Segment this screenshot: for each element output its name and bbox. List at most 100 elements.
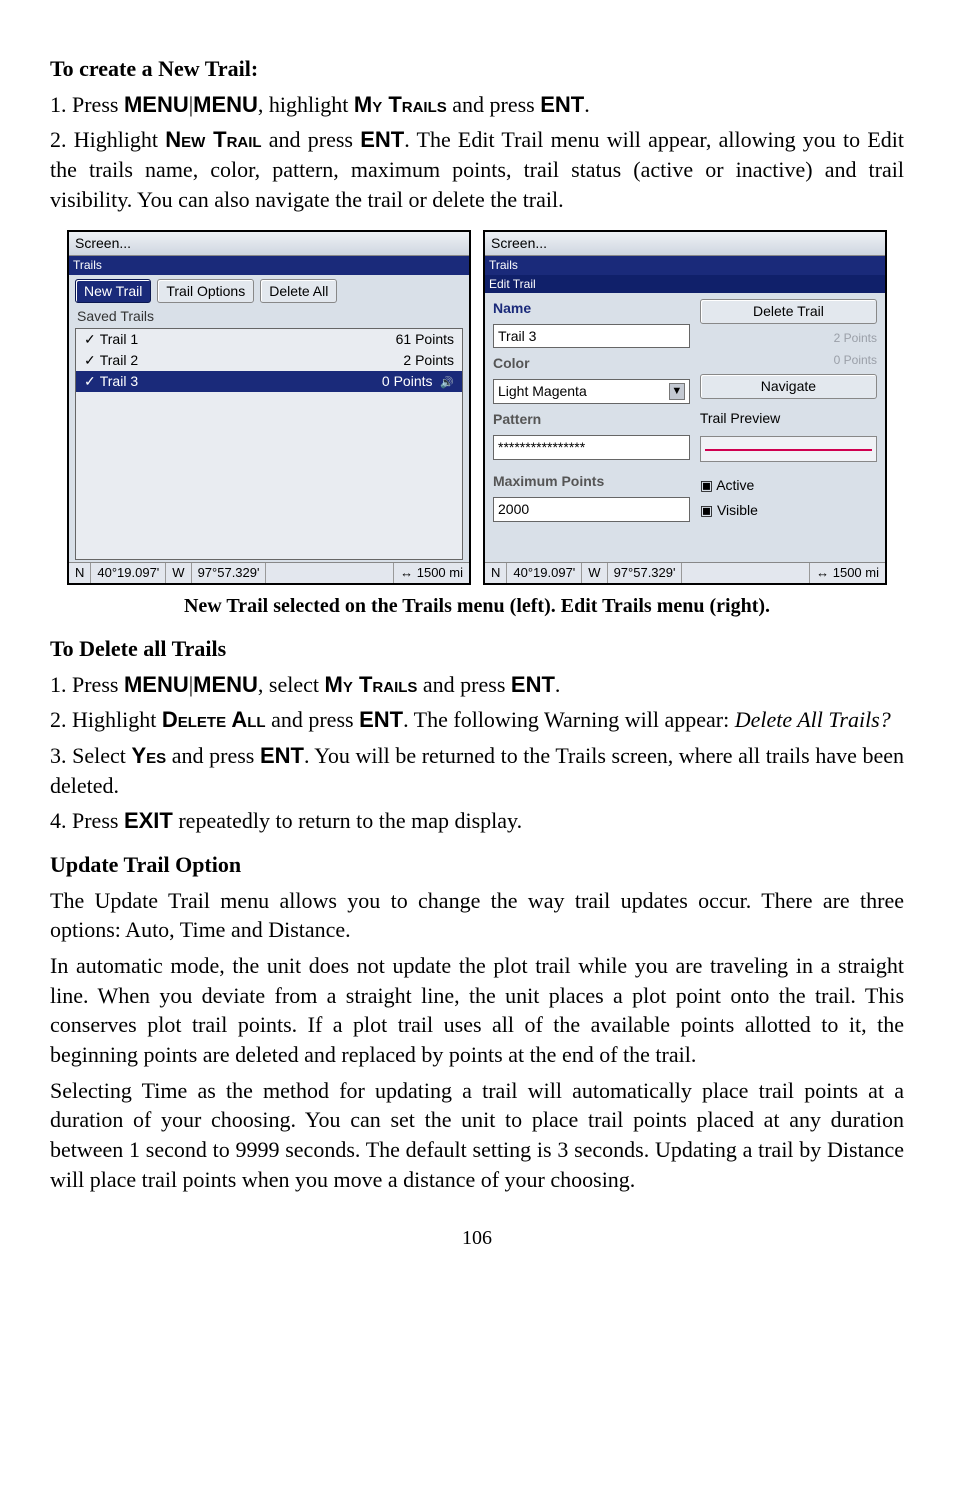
lat-n: N (485, 563, 507, 583)
active-checkbox[interactable]: ▣ Active (700, 476, 877, 495)
pattern-label: Pattern (493, 410, 690, 429)
titlebar: Screen... (69, 232, 469, 256)
list-item-selected[interactable]: Trail 3 0 Points 🔊 (76, 371, 462, 392)
trails-window: Screen... Trails New Trail Trail Options… (67, 230, 471, 584)
kw: ENT (260, 743, 304, 768)
lon-val: 97°57.329' (192, 563, 267, 583)
status-bar: N 40°19.097' W 97°57.329' ↔ 1500 mi (69, 562, 469, 583)
max-points-label: Maximum Points (493, 472, 690, 491)
titlebar: Screen... (485, 232, 885, 256)
t: 0 Points (382, 373, 433, 389)
t: and press (262, 127, 361, 152)
socket-icon: 🔊 (440, 377, 454, 389)
name-field[interactable]: Trail 3 (493, 324, 690, 349)
trail-preview-label: Trail Preview (700, 409, 877, 428)
t: and press (166, 743, 260, 768)
t: repeatedly to return to the map display. (173, 808, 522, 833)
screenshot-row: Screen... Trails New Trail Trail Options… (50, 230, 904, 584)
trail-points: 0 Points 🔊 (382, 372, 454, 391)
heading-update-trail: Update Trail Option (50, 850, 904, 880)
scale: ↔ 1500 mi (394, 563, 469, 583)
list-item[interactable]: Trail 1 61 Points (76, 329, 462, 350)
kw-ent: ENT (540, 92, 584, 117)
del-step-2: 2. Highlight Delete All and press ENT. T… (50, 705, 904, 735)
trail-name: Trail 1 (84, 330, 138, 349)
color-select[interactable]: Light Magenta ▼ (493, 379, 690, 404)
t: and press (266, 707, 359, 732)
t: 1. Press (50, 672, 124, 697)
name-label: Name (493, 299, 690, 318)
trail-options-button[interactable]: Trail Options (157, 279, 254, 304)
t: Active (716, 477, 754, 493)
t: 2. Highlight (50, 707, 162, 732)
saved-trails-label: Saved Trails (69, 305, 469, 326)
t: Visible (717, 502, 758, 518)
heading-create-trail: To create a New Trail: (50, 54, 904, 84)
kw: Delete All (162, 707, 266, 732)
page-number: 106 (50, 1225, 904, 1252)
chevron-down-icon[interactable]: ▼ (669, 383, 685, 400)
kw-newtrail: New Trail (165, 127, 261, 152)
pattern-field[interactable]: **************** (493, 435, 690, 460)
kw: MENU (193, 672, 258, 697)
lat-n: N (69, 563, 91, 583)
kw: Yes (131, 743, 166, 768)
kw: My Trails (325, 672, 418, 697)
subtitle-trails: Trails (485, 256, 885, 274)
t: . (555, 672, 561, 697)
kw-menu: MENU (124, 92, 189, 117)
subtitle-trails: Trails (69, 256, 469, 274)
t: and press (447, 92, 540, 117)
lat-val: 40°19.097' (91, 563, 166, 583)
update-p2: In automatic mode, the unit does not upd… (50, 951, 904, 1070)
ghost-points: 2 Points (700, 330, 877, 346)
lat-val: 40°19.097' (507, 563, 582, 583)
subtitle-edit-trail: Edit Trail (485, 275, 885, 293)
update-p1: The Update Trail menu allows you to chan… (50, 886, 904, 945)
delete-trail-button[interactable]: Delete Trail (700, 299, 877, 324)
lon-val: 97°57.329' (608, 563, 683, 583)
update-p3: Selecting Time as the method for updatin… (50, 1076, 904, 1195)
t: . The following Warning will appear: (403, 707, 735, 732)
trail-name: Trail 2 (84, 351, 138, 370)
kw: MENU (124, 672, 189, 697)
edit-right-col: Delete Trail 2 Points 0 Points Navigate … (700, 299, 877, 557)
color-label: Color (493, 354, 690, 373)
t: 3. Select (50, 743, 131, 768)
kw-menu2: MENU (193, 92, 258, 117)
scale: ↔ 1500 mi (810, 563, 885, 583)
kw-ent: ENT (360, 127, 404, 152)
lon-w: W (166, 563, 191, 583)
t: . (584, 92, 590, 117)
del-step-4: 4. Press EXIT repeatedly to return to th… (50, 806, 904, 836)
color-value: Light Magenta (498, 382, 587, 401)
edit-trail-window: Screen... Trails Edit Trail Name Trail 3… (483, 230, 887, 584)
new-trail-button[interactable]: New Trail (75, 279, 151, 304)
status-bar: N 40°19.097' W 97°57.329' ↔ 1500 mi (485, 562, 885, 583)
step-1: 1. Press MENU|MENU, highlight My Trails … (50, 90, 904, 120)
trail-points: 2 Points (403, 351, 454, 370)
t: 1. Press (50, 92, 124, 117)
t: , highlight (258, 92, 354, 117)
trail-preview (700, 436, 877, 462)
kw: EXIT (124, 808, 173, 833)
t: 4. Press (50, 808, 124, 833)
warning-text: Delete All Trails? (735, 707, 891, 732)
trail-points: 61 Points (396, 330, 454, 349)
toolbar: New Trail Trail Options Delete All (69, 275, 469, 306)
edit-pane: Name Trail 3 Color Light Magenta ▼ Patte… (485, 293, 885, 563)
t: , select (258, 672, 325, 697)
list-item[interactable]: Trail 2 2 Points (76, 350, 462, 371)
max-points-field[interactable]: 2000 (493, 497, 690, 522)
lon-w: W (582, 563, 607, 583)
visible-checkbox[interactable]: ▣ Visible (700, 501, 877, 520)
ghost-points: 0 Points (700, 352, 877, 368)
kw-mytrails: My Trails (354, 92, 447, 117)
heading-delete-all: To Delete all Trails (50, 634, 904, 664)
del-step-3: 3. Select Yes and press ENT. You will be… (50, 741, 904, 800)
figure-caption: New Trail selected on the Trails menu (l… (50, 593, 904, 620)
t: 2. Highlight (50, 127, 165, 152)
saved-trails-list[interactable]: Trail 1 61 Points Trail 2 2 Points Trail… (75, 328, 463, 560)
navigate-button[interactable]: Navigate (700, 374, 877, 399)
delete-all-button[interactable]: Delete All (260, 279, 337, 304)
